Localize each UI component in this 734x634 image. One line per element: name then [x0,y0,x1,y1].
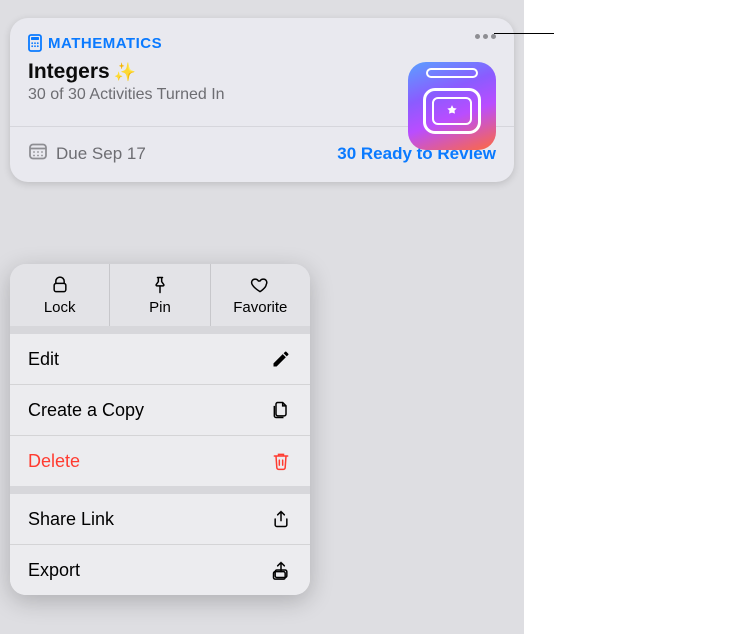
more-button[interactable] [471,30,500,43]
share-link-menu-item[interactable]: Share Link [10,494,310,544]
app-background: MATHEMATICS Integers ✨ 30 of 30 Activiti… [0,0,524,634]
heart-icon [249,274,271,296]
menu-divider-2 [10,486,310,494]
favorite-button[interactable]: Favorite [210,264,310,326]
delete-label: Delete [28,451,80,472]
pin-icon [149,274,171,296]
copy-menu-item[interactable]: Create a Copy [10,384,310,435]
card-body: MATHEMATICS Integers ✨ 30 of 30 Activiti… [10,18,514,126]
sparkle-icon: ✨ [114,62,136,83]
pencil-icon [270,348,292,370]
edit-menu-item[interactable]: Edit [10,334,310,384]
menu-section-2: Share Link Export [10,494,310,595]
lock-label: Lock [44,299,76,316]
edit-label: Edit [28,349,59,370]
share-link-label: Share Link [28,509,114,530]
lock-icon [49,274,71,296]
calculator-icon [28,34,42,52]
jar-lid-icon [426,68,478,78]
due-date-label: Due Sep 17 [56,144,146,164]
callout-line [494,33,554,34]
subject-label: MATHEMATICS [48,35,162,52]
trash-icon [270,450,292,472]
assignment-thumbnail [408,62,496,150]
ticket-inner-icon [432,97,472,125]
calendar-icon [28,141,48,166]
assignment-title: Integers [28,60,110,84]
export-menu-item[interactable]: Export [10,544,310,595]
menu-divider [10,326,310,334]
menu-top-row: Lock Pin Favorite [10,264,310,326]
copy-label: Create a Copy [28,400,144,421]
due-group: Due Sep 17 [28,141,146,166]
export-label: Export [28,560,80,581]
lock-button[interactable]: Lock [10,264,109,326]
pin-button[interactable]: Pin [109,264,209,326]
share-icon [270,508,292,530]
duplicate-icon [270,399,292,421]
pin-label: Pin [149,299,171,316]
delete-menu-item[interactable]: Delete [10,435,310,486]
ticket-outer-icon [423,88,481,134]
menu-section-1: Edit Create a Copy Delete [10,334,310,486]
export-icon [270,559,292,581]
subject-row: MATHEMATICS [28,34,496,52]
favorite-label: Favorite [233,299,287,316]
context-menu: Lock Pin Favorite Edit [10,264,310,595]
assignment-card[interactable]: MATHEMATICS Integers ✨ 30 of 30 Activiti… [10,18,514,182]
